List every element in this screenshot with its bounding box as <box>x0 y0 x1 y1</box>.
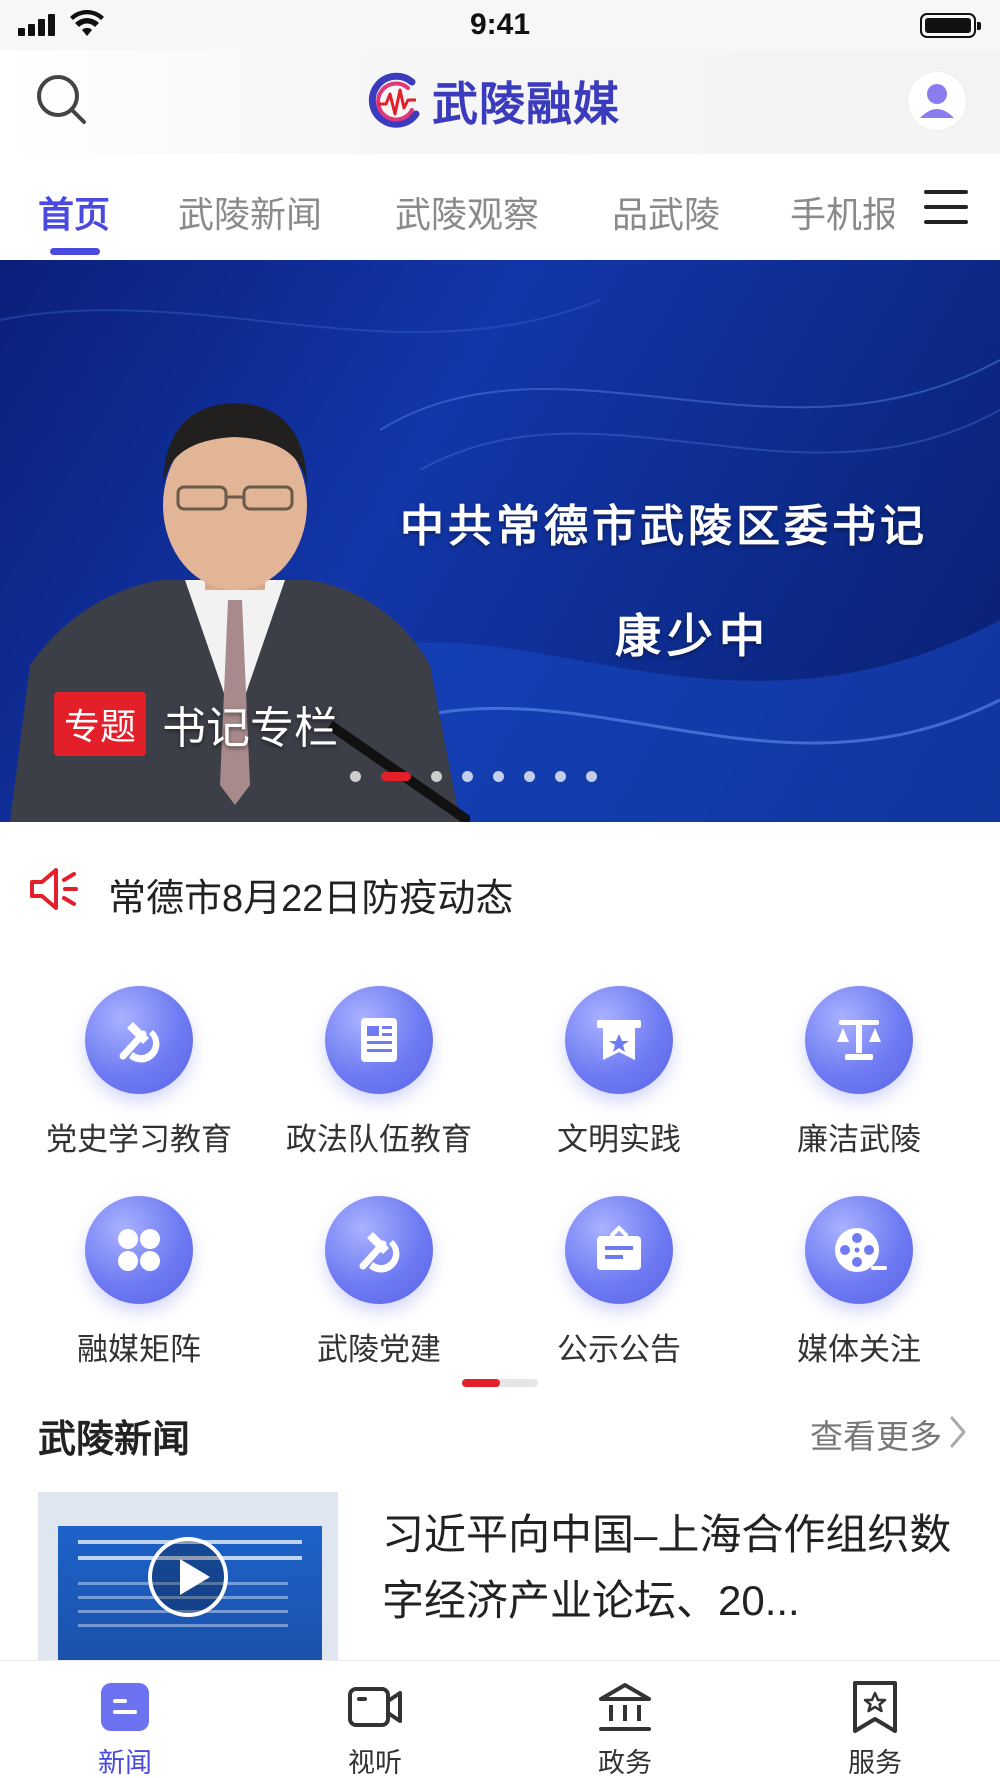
chevron-right-icon[interactable] <box>948 1414 968 1450</box>
video-camera-icon <box>348 1687 402 1727</box>
banner-dot[interactable] <box>555 770 566 782</box>
speaker-icon <box>30 868 78 910</box>
status-time: 9:41 <box>469 8 531 41</box>
banner-dot[interactable] <box>462 770 473 782</box>
grid-item-party-history[interactable]: 党史学习教育 <box>19 958 259 1158</box>
grid-item-media-matrix[interactable]: 融媒矩阵 <box>19 1168 259 1368</box>
hero-banner[interactable]: 中共常德市武陵区委书记 康少中 专题 书记专栏 <box>0 260 1000 822</box>
grid-pager <box>462 1379 538 1387</box>
logo-mark-icon <box>368 72 420 128</box>
tab-clip: 手机报 <box>790 154 894 260</box>
government-building-icon <box>599 1683 651 1731</box>
grid-label: 党史学习教育 <box>46 1122 232 1157</box>
banner-tag-badge: 专题 <box>54 692 147 756</box>
tab-home[interactable]: 首页 <box>38 186 110 238</box>
section-title: 武陵新闻 <box>38 1419 191 1461</box>
grid-item-clean-wuling[interactable]: 廉洁武陵 <box>739 958 979 1158</box>
news-thumbnail <box>38 1492 338 1662</box>
tab-mobile-paper[interactable]: 手机报 <box>790 186 894 238</box>
nav-item-government[interactable]: 政务 <box>500 1661 750 1778</box>
banner-headline: 中共常德市武陵区委书记 <box>400 502 928 551</box>
news-icon <box>101 1683 149 1731</box>
notice-board-icon <box>565 1196 673 1304</box>
active-tab-indicator <box>50 248 100 255</box>
grid-label: 武陵党建 <box>317 1332 441 1367</box>
banner-pagination <box>350 770 617 782</box>
grid-item-law-team[interactable]: 政法队伍教育 <box>259 958 499 1158</box>
user-avatar[interactable] <box>908 72 966 130</box>
banner-dot-active[interactable] <box>381 771 411 781</box>
grid-item-media-attention[interactable]: 媒体关注 <box>739 1168 979 1368</box>
grid-label: 文明实践 <box>557 1122 681 1157</box>
hamburger-menu-icon[interactable] <box>924 190 968 226</box>
user-avatar-icon <box>920 84 954 118</box>
quick-entry-grid: 党史学习教育 政法队伍教育 文明实践 廉洁武陵 融媒矩阵 武陵党建 公示公告 媒… <box>0 958 1000 1387</box>
grid-label: 公示公告 <box>557 1332 681 1367</box>
battery-icon <box>920 13 981 38</box>
grid-pager-active <box>462 1379 500 1387</box>
app-header: 武陵融媒 <box>0 50 1000 154</box>
news-title: 习近平向中国–上海合作组织数字经济产业论坛、20... <box>382 1511 952 1624</box>
nav-item-video[interactable]: 视听 <box>250 1661 500 1778</box>
banner-caption: 专题 书记专栏 <box>54 692 338 756</box>
star-banner-icon <box>565 986 673 1094</box>
grid-item-announcements[interactable]: 公示公告 <box>499 1168 739 1368</box>
notice-text: 常德市8月22日防疫动态 <box>108 878 514 920</box>
bottom-navigation: 新闻 视听 政务 服务 <box>0 1660 1000 1778</box>
banner-dot[interactable] <box>524 770 535 782</box>
hammer-sickle-icon <box>85 986 193 1094</box>
bookmark-star-icon <box>853 1681 897 1733</box>
news-list-item[interactable]: 习近平向中国–上海合作组织数字经济产业论坛、20... <box>0 1492 1000 1662</box>
grid-item-party-building[interactable]: 武陵党建 <box>259 1168 499 1368</box>
tab-wuling-observation[interactable]: 武陵观察 <box>395 186 539 238</box>
banner-dot[interactable] <box>586 770 597 782</box>
scales-icon <box>805 986 913 1094</box>
play-icon[interactable] <box>148 1537 228 1617</box>
nav-item-service[interactable]: 服务 <box>750 1661 1000 1778</box>
four-squares-icon <box>85 1196 193 1304</box>
app-name: 武陵融媒 <box>432 78 620 130</box>
grid-item-civilization[interactable]: 文明实践 <box>499 958 739 1158</box>
nav-item-news[interactable]: 新闻 <box>0 1661 250 1778</box>
see-more-link[interactable]: 查看更多 <box>810 1410 942 1458</box>
banner-dot[interactable] <box>350 770 361 782</box>
channel-tabs: 首页 武陵新闻 武陵观察 品武陵 手机报 <box>0 154 1000 260</box>
nav-label: 政务 <box>598 1748 652 1778</box>
nav-label: 服务 <box>848 1748 902 1778</box>
status-bar: 9:41 <box>0 0 1000 50</box>
tab-pin-wuling[interactable]: 品武陵 <box>612 186 720 238</box>
search-icon[interactable] <box>32 70 92 130</box>
news-section-header: 武陵新闻 查看更多 <box>0 1394 1000 1464</box>
document-icon <box>325 986 433 1094</box>
app-logo: 武陵融媒 <box>366 68 620 134</box>
notice-bar[interactable]: 常德市8月22日防疫动态 <box>0 822 1000 958</box>
grid-label: 融媒矩阵 <box>77 1332 201 1367</box>
film-reel-icon <box>805 1196 913 1304</box>
nav-label: 视听 <box>348 1748 402 1778</box>
tab-wuling-news[interactable]: 武陵新闻 <box>178 186 322 238</box>
banner-dot[interactable] <box>493 770 504 782</box>
banner-name: 康少中 <box>615 610 771 662</box>
grid-label: 政法队伍教育 <box>286 1122 472 1157</box>
banner-dot[interactable] <box>431 770 442 782</box>
banner-title: 书记专栏 <box>162 704 339 753</box>
grid-label: 媒体关注 <box>797 1332 921 1367</box>
grid-label: 廉洁武陵 <box>797 1122 921 1157</box>
nav-label: 新闻 <box>98 1748 152 1778</box>
hammer-sickle-icon <box>325 1196 433 1304</box>
